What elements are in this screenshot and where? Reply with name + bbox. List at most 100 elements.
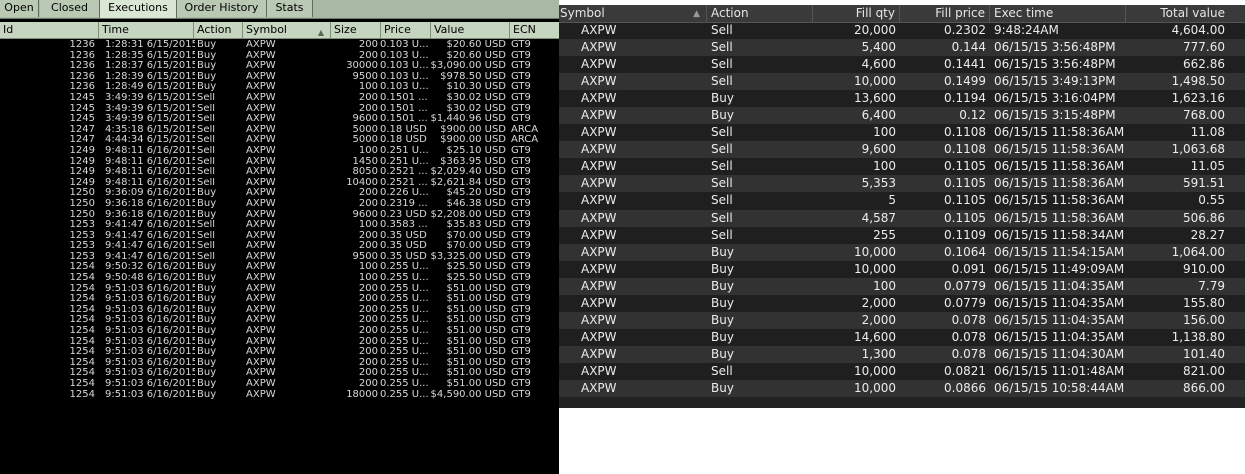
tab-stats[interactable]: Stats <box>267 0 313 17</box>
cell-ecn: GT9 <box>511 379 531 389</box>
cell-action: Buy <box>197 379 217 389</box>
table-row[interactable]: AXPW Sell 4,600 0.1441 06/15/15 3:56:48PM 662… <box>559 56 1245 74</box>
table-row[interactable]: 1254 9:51:03 6/16/2015 Buy AXPW 200 0.255 U..… <box>0 347 559 358</box>
table-row[interactable]: 1253 9:41:47 6/16/2015 Sell AXPW 200 0.35 USD… <box>0 231 559 242</box>
column-header-value[interactable]: Value <box>431 22 510 38</box>
column-header-fill-qty[interactable]: Fill qty <box>813 5 900 22</box>
table-row[interactable]: AXPW Sell 5,400 0.144 06/15/15 3:56:48PM 777.… <box>559 39 1245 57</box>
table-row[interactable]: 1236 1:28:31 6/15/2015 Buy AXPW 200 0.103 U..… <box>0 40 559 51</box>
table-row[interactable]: 1247 4:44:34 6/15/2015 Sell AXPW 5000 0.18 US… <box>0 135 559 146</box>
column-header-fill-price[interactable]: Fill price <box>900 5 990 22</box>
cell-fill-qty: 14,600 <box>854 329 896 344</box>
table-row[interactable]: AXPW Buy 2,000 0.0779 06/15/15 11:04:35AM 155… <box>559 294 1245 312</box>
table-row[interactable]: 1253 9:41:47 6/16/2015 Sell AXPW 100 0.3583 .… <box>0 220 559 231</box>
column-header-action[interactable]: Action <box>707 5 813 22</box>
table-row[interactable]: AXPW Sell 5,353 0.1105 06/15/15 11:58:36AM 59… <box>559 175 1245 193</box>
table-row[interactable]: AXPW Buy 10,000 0.091 06/15/15 11:49:09AM 910… <box>559 260 1245 278</box>
table-row[interactable]: AXPW Sell 9,600 0.1108 06/15/15 11:58:36AM 1,… <box>559 141 1245 159</box>
table-row[interactable]: 1254 9:51:03 6/16/2015 Buy AXPW 200 0.255 U..… <box>0 326 559 337</box>
table-row[interactable]: AXPW Sell 10,000 0.0821 06/15/15 11:01:48AM 8… <box>559 362 1245 380</box>
cell-size: 200 <box>358 40 378 50</box>
table-row[interactable]: AXPW Buy 10,000 0.1064 06/15/15 11:54:15AM 1,… <box>559 243 1245 261</box>
table-row[interactable]: AXPW Sell 5 0.1105 06/15/15 11:58:36AM 0.55 <box>559 192 1245 210</box>
column-header-symbol[interactable]: Symbol ▲ <box>243 22 331 38</box>
tab-open[interactable]: Open <box>0 0 39 17</box>
table-row[interactable]: 1236 1:28:49 6/15/2015 Buy AXPW 100 0.103 U..… <box>0 82 559 93</box>
cell-ecn: GT9 <box>511 114 531 125</box>
table-row[interactable]: AXPW Buy 13,600 0.1194 06/15/15 3:16:04PM 1,6… <box>559 90 1245 108</box>
column-header-time[interactable]: Time <box>99 22 194 38</box>
table-row[interactable]: 1254 9:50:48 6/16/2015 Buy AXPW 100 0.255 U..… <box>0 273 559 284</box>
table-row[interactable]: AXPW Sell 20,000 0.2302 9:48:24AM 4,604.00 <box>559 22 1245 40</box>
table-row[interactable]: 1249 9:48:11 6/16/2015 Sell AXPW 8050 0.2521 … <box>0 167 559 178</box>
table-row[interactable]: AXPW Buy 14,600 0.078 06/15/15 11:04:35AM 1,1… <box>559 328 1245 346</box>
table-row[interactable]: 1254 9:51:03 6/16/2015 Buy AXPW 18000 0.255 U… <box>0 390 559 401</box>
table-row[interactable]: AXPW Sell 100 0.1108 06/15/15 11:58:36AM 11.0… <box>559 124 1245 142</box>
cell-fill-qty: 5,400 <box>861 40 896 55</box>
cell-id: 1254 <box>69 347 95 358</box>
cell-fill-price: 0.12 <box>959 108 986 123</box>
cell-size: 9600 <box>352 114 378 125</box>
table-row[interactable]: 1236 1:28:35 6/15/2015 Buy AXPW 200 0.103 U..… <box>0 51 559 62</box>
table-row[interactable]: AXPW Buy 1,300 0.078 06/15/15 11:04:30AM 101.… <box>559 345 1245 363</box>
table-row[interactable]: 1249 9:48:11 6/16/2015 Sell AXPW 100 0.251 U.… <box>0 146 559 157</box>
table-row[interactable]: 1245 3:49:39 6/15/2015 Sell AXPW 200 0.1501 .… <box>0 104 559 115</box>
table-row[interactable]: 1249 9:48:11 6/16/2015 Sell AXPW 10400 0.2521… <box>0 178 559 189</box>
table-row[interactable]: 1247 4:35:18 6/15/2015 Sell AXPW 5000 0.18 US… <box>0 125 559 136</box>
table-row[interactable]: 1254 9:51:03 6/16/2015 Buy AXPW 200 0.255 U..… <box>0 337 559 348</box>
table-row[interactable]: AXPW Buy 2,000 0.078 06/15/15 11:04:35AM 156.… <box>559 311 1245 329</box>
tab-closed[interactable]: Closed <box>40 0 100 17</box>
cell-total-value: 155.80 <box>1183 295 1225 310</box>
cell-value: $1,440.96 USD <box>430 114 506 125</box>
table-row[interactable]: 1254 9:51:03 6/16/2015 Buy AXPW 200 0.255 U..… <box>0 315 559 326</box>
cell-action: Buy <box>711 346 734 361</box>
table-row[interactable]: 1250 9:36:18 6/16/2015 Buy AXPW 9600 0.23 USD… <box>0 210 559 221</box>
table-row[interactable]: 1254 9:51:03 6/16/2015 Buy AXPW 200 0.255 U..… <box>0 284 559 295</box>
cell-size: 200 <box>358 283 378 294</box>
column-header-exec-time[interactable]: Exec time <box>990 5 1126 22</box>
cell-action: Sell <box>197 103 216 114</box>
column-header-price[interactable]: Price <box>381 22 431 38</box>
tab-order-history[interactable]: Order History <box>177 0 267 17</box>
cell-size: 8050 <box>352 167 378 178</box>
table-row[interactable]: 1245 3:49:39 6/15/2015 Sell AXPW 9600 0.1501 … <box>0 114 559 125</box>
table-row[interactable]: 1254 9:51:03 6/16/2015 Buy AXPW 200 0.255 U..… <box>0 368 559 379</box>
table-row[interactable]: 1253 9:41:47 6/16/2015 Sell AXPW 200 0.35 USD… <box>0 241 559 252</box>
cell-ecn: GT9 <box>511 347 531 358</box>
table-row[interactable]: AXPW Sell 100 0.1105 06/15/15 11:58:36AM 11.0… <box>559 158 1245 176</box>
table-row[interactable]: 1249 9:48:11 6/16/2015 Sell AXPW 1450 0.251 U… <box>0 157 559 168</box>
table-row[interactable]: AXPW Sell 255 0.1109 06/15/15 11:58:34AM 28.2… <box>559 226 1245 244</box>
table-row[interactable]: AXPW Buy 10,000 0.0866 06/15/15 10:58:44AM 86… <box>559 379 1245 398</box>
table-row[interactable]: AXPW Sell 10,000 0.1499 06/15/15 3:49:13PM 1,… <box>559 73 1245 91</box>
column-header-total-value[interactable]: Total value <box>1126 5 1229 22</box>
cell-ecn: GT9 <box>511 188 531 199</box>
table-row[interactable]: 1250 9:36:18 6/16/2015 Buy AXPW 200 0.2319 ..… <box>0 199 559 210</box>
cell-total-value: 591.51 <box>1183 176 1225 191</box>
column-header-size[interactable]: Size <box>331 22 381 38</box>
column-header-symbol[interactable]: Symbol ▲ <box>559 5 707 22</box>
table-row[interactable]: 1253 9:41:47 6/16/2015 Sell AXPW 9500 0.35 US… <box>0 252 559 263</box>
table-row[interactable]: 1254 9:50:32 6/16/2015 Buy AXPW 100 0.255 U..… <box>0 262 559 273</box>
column-header-id[interactable]: Id <box>0 22 99 38</box>
column-header-ecn[interactable]: ECN <box>510 22 559 38</box>
tab-executions[interactable]: Executions <box>99 0 177 18</box>
table-row[interactable]: 1245 3:49:39 6/15/2015 Sell AXPW 200 0.1501 .… <box>0 93 559 104</box>
table-row[interactable]: AXPW Buy 100 0.0779 06/15/15 11:04:35AM 7.79 <box>559 277 1245 295</box>
table-row[interactable]: 1250 9:36:09 6/16/2015 Buy AXPW 200 0.226 U..… <box>0 188 559 199</box>
cell-fill-qty: 10,000 <box>854 74 896 89</box>
table-row[interactable]: AXPW Sell 4,587 0.1105 06/15/15 11:58:36AM 50… <box>559 209 1245 227</box>
cell-value: $4,590.00 USD <box>430 389 506 400</box>
cell-action: Sell <box>711 227 733 242</box>
column-header-action[interactable]: Action <box>194 22 243 38</box>
cell-fill-qty: 2,000 <box>861 295 896 310</box>
table-row[interactable]: 1254 9:51:03 6/16/2015 Buy AXPW 200 0.255 U..… <box>0 305 559 316</box>
table-row[interactable]: AXPW Buy 6,400 0.12 06/15/15 3:15:48PM 768.00 <box>559 107 1245 125</box>
table-row[interactable]: 1254 9:51:03 6/16/2015 Buy AXPW 200 0.255 U..… <box>0 379 559 390</box>
table-row[interactable]: 1254 9:51:03 6/16/2015 Buy AXPW 200 0.255 U..… <box>0 294 559 305</box>
cell-action: Buy <box>197 188 217 199</box>
table-row[interactable]: 1236 1:28:39 6/15/2015 Buy AXPW 9500 0.103 U.… <box>0 72 559 83</box>
table-row[interactable]: 1236 1:28:37 6/15/2015 Buy AXPW 30000 0.103 U… <box>0 61 559 72</box>
sort-up-icon: ▲ <box>317 28 324 37</box>
cell-value: $10.30 USD <box>446 82 506 93</box>
table-row[interactable]: 1254 9:51:03 6/16/2015 Buy AXPW 200 0.255 U..… <box>0 358 559 369</box>
